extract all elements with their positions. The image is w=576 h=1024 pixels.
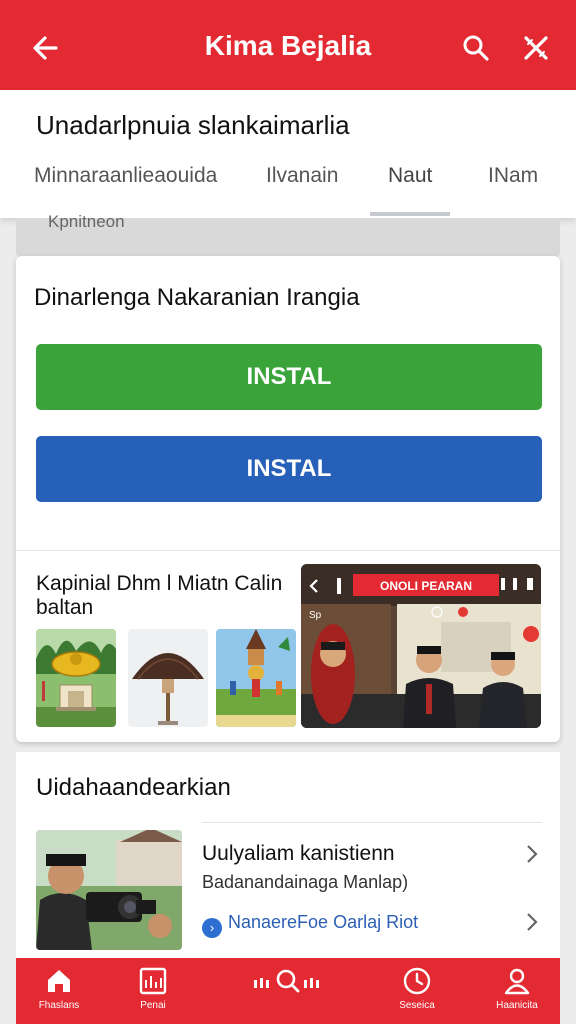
promo-text: Kapinial Dhm l Miatn Calin baltan xyxy=(36,572,283,619)
install-button-green[interactable]: INSTAL xyxy=(36,344,542,410)
active-tab-indicator xyxy=(370,212,450,216)
divider xyxy=(202,822,542,823)
thumbnail-monument[interactable] xyxy=(36,629,116,727)
article-subtitle: Badanandainaga Manlap) xyxy=(202,872,409,892)
install-button-blue[interactable]: INSTAL xyxy=(36,436,542,502)
search-icon xyxy=(254,969,319,993)
collapsed-panel[interactable]: Kpnitneon xyxy=(16,212,560,258)
illustration-image xyxy=(216,629,296,727)
link-icon: › xyxy=(202,918,222,938)
nav-item-profile[interactable]: Haanicita xyxy=(482,966,552,1011)
video-panel[interactable]: ONOLI PEARAN Sp xyxy=(301,564,541,728)
thumbnail-house[interactable] xyxy=(128,629,208,727)
monument-image xyxy=(36,629,116,727)
news-section: Uidahaandearkian Uulyaliam kanistienn Ba… xyxy=(16,752,560,962)
nav-label-clock: Seseica xyxy=(399,1000,435,1011)
tab-3[interactable]: Naut xyxy=(388,164,432,218)
tab-bar: Minnaraanlieaouida Ilvanain Naut INam xyxy=(0,156,576,218)
clock-icon xyxy=(403,967,431,995)
video-banner-text: ONOLI PEARAN xyxy=(380,579,472,593)
article-link[interactable]: › NanaereFoe Oarlaj Riot xyxy=(202,912,418,938)
section-title: Uidahaandearkian xyxy=(36,774,231,801)
nav-label-profile: Haanicita xyxy=(496,1000,538,1011)
article-title[interactable]: Uulyaliam kanistienn xyxy=(202,842,395,866)
chevron-right-icon[interactable] xyxy=(520,910,544,934)
video-image: ONOLI PEARAN Sp xyxy=(301,564,541,728)
home-icon xyxy=(48,970,70,992)
close-icon xyxy=(524,36,548,60)
collapsed-panel-label: Kpnitneon xyxy=(48,212,125,231)
search-button[interactable] xyxy=(456,28,496,68)
user-icon xyxy=(504,968,530,995)
bottom-nav: Fhaslans Penai Seseica Haanicita xyxy=(16,958,560,1024)
tab-2[interactable]: Ilvanain xyxy=(266,164,338,218)
article-link-label: NanaereFoe Oarlaj Riot xyxy=(228,912,419,932)
video-sub-text: Sp xyxy=(309,610,322,621)
page-subtitle: Unadarlpnuia slankaimarlia xyxy=(36,110,350,140)
app-bar: Kima Bejalia xyxy=(0,0,576,90)
nav-label-home: Fhaslans xyxy=(38,1000,80,1011)
nav-item-search[interactable] xyxy=(252,966,322,1000)
divider xyxy=(16,550,560,551)
tab-1[interactable]: Minnaraanlieaouida xyxy=(34,164,217,218)
install-card: Dinarlenga Nakaranian Irangia INSTAL INS… xyxy=(16,256,560,742)
close-button[interactable] xyxy=(516,28,556,68)
article-photo[interactable] xyxy=(36,830,182,950)
search-icon xyxy=(463,35,489,61)
chevron-right-icon[interactable] xyxy=(520,842,544,866)
chart-icon xyxy=(139,967,167,995)
nav-label-chart: Penai xyxy=(140,1000,166,1011)
tab-4[interactable]: INam xyxy=(488,164,538,218)
card-heading: Dinarlenga Nakaranian Irangia xyxy=(34,284,360,311)
nav-item-chart[interactable]: Penai xyxy=(118,966,188,1011)
nav-item-home[interactable]: Fhaslans xyxy=(24,966,94,1011)
page-header: Unadarlpnuia slankaimarlia Minnaraanliea… xyxy=(0,90,576,218)
nav-item-clock[interactable]: Seseica xyxy=(382,966,452,1011)
house-image xyxy=(128,629,208,727)
photographer-image xyxy=(36,830,182,950)
thumbnail-illustration[interactable] xyxy=(216,629,296,727)
